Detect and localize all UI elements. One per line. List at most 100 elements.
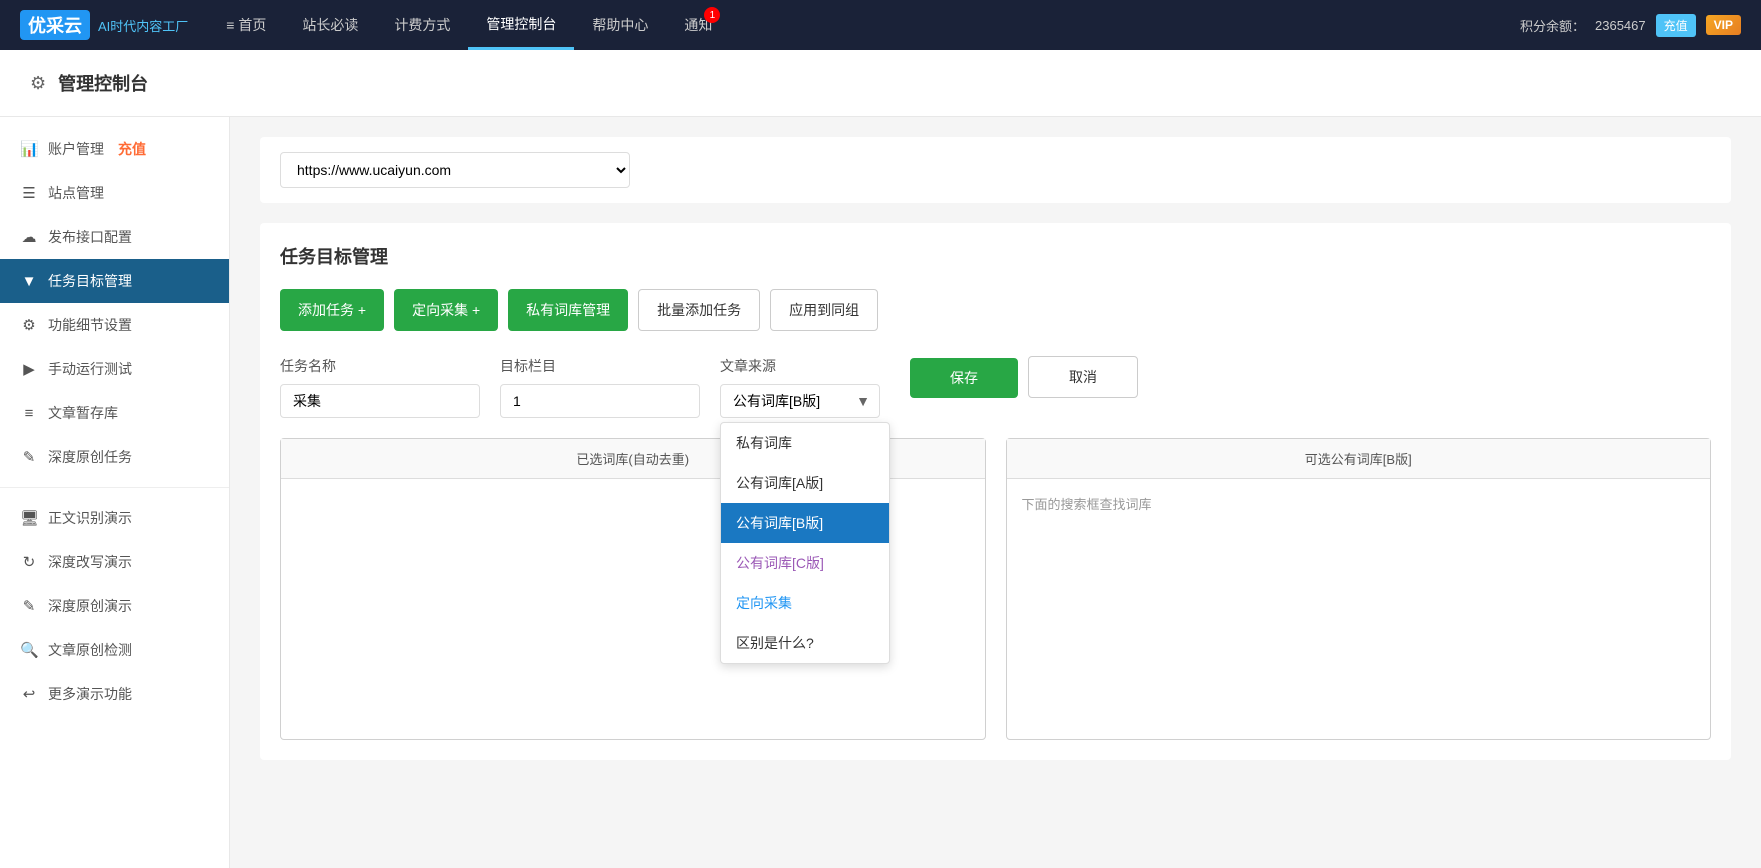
sidebar-item-demo-check[interactable]: 🔍 文章原创检测	[0, 628, 229, 672]
sidebar-item-settings[interactable]: ⚙ 功能细节设置	[0, 303, 229, 347]
nav-control-panel[interactable]: 管理控制台	[468, 0, 574, 50]
task-management-panel: 任务目标管理 添加任务 + 定向采集 + 私有词库管理 批量添加任务 应用到同组…	[260, 223, 1731, 760]
batch-add-button[interactable]: 批量添加任务	[638, 289, 760, 331]
sidebar-item-demo-rewrite[interactable]: ↻ 深度改写演示	[0, 540, 229, 584]
gear-icon: ⚙	[20, 316, 38, 334]
notification-wrapper: 通知 1	[684, 15, 712, 35]
content-area: https://www.ucaiyun.com 任务目标管理 添加任务 + 定向…	[230, 117, 1761, 868]
sidebar-label-demo-more: 更多演示功能	[48, 684, 132, 704]
site-icon: ☰	[20, 184, 38, 202]
article-source-select[interactable]: 公有词库[B版]	[720, 384, 880, 418]
recharge-button[interactable]: 充值	[1656, 14, 1696, 37]
nav-pricing[interactable]: 计费方式	[376, 0, 468, 50]
chart-icon: 📊	[20, 140, 38, 158]
vip-badge: VIP	[1706, 15, 1741, 35]
article-source-select-wrapper: 公有词库[B版] ▼	[720, 384, 880, 418]
filter-icon: ▼	[20, 273, 38, 290]
sidebar-recharge-badge[interactable]: 充值	[118, 139, 146, 159]
notification-badge: 1	[704, 7, 720, 23]
dropdown-option-public-c[interactable]: 公有词库[C版]	[721, 543, 889, 583]
refresh-icon: ↻	[20, 553, 38, 571]
article-source-label: 文章来源	[720, 356, 880, 376]
private-library-button[interactable]: 私有词库管理	[508, 289, 628, 331]
sidebar-label-manual: 手动运行测试	[48, 359, 132, 379]
sidebar-label-demo-check: 文章原创检测	[48, 640, 132, 660]
task-name-group: 任务名称	[280, 356, 480, 418]
sidebar-divider	[0, 487, 229, 488]
action-buttons: 添加任务 + 定向采集 + 私有词库管理 批量添加任务 应用到同组	[280, 289, 1711, 331]
draft-icon: ≡	[20, 405, 38, 422]
cancel-button[interactable]: 取消	[1028, 356, 1138, 398]
points-value: 2365467	[1595, 18, 1646, 33]
target-column-input[interactable]	[500, 384, 700, 418]
sidebar-label-demo-text: 正文识别演示	[48, 508, 132, 528]
sidebar-label-site: 站点管理	[48, 183, 104, 203]
url-select[interactable]: https://www.ucaiyun.com	[280, 152, 630, 188]
sidebar-item-account[interactable]: 📊 账户管理 充值	[0, 127, 229, 171]
logo[interactable]: 优采云 AI时代内容工厂	[20, 10, 188, 40]
top-navigation: 优采云 AI时代内容工厂 ≡ 首页 站长必读 计费方式 管理控制台 帮助中心 通…	[0, 0, 1761, 50]
target-column-group: 目标栏目	[500, 356, 700, 418]
page-title: 管理控制台	[58, 70, 148, 96]
sidebar-item-manual[interactable]: ▶ 手动运行测试	[0, 347, 229, 391]
available-library-body: 下面的搜索框查找词库	[1007, 479, 1711, 739]
nav-help[interactable]: 帮助中心	[574, 0, 666, 50]
dropdown-option-directed[interactable]: 定向采集	[721, 583, 889, 623]
available-library-hint: 下面的搜索框查找词库	[1022, 497, 1152, 512]
sidebar-item-draft[interactable]: ≡ 文章暂存库	[0, 391, 229, 435]
nav-right: 积分余额： 2365467 充值 VIP	[1520, 14, 1741, 37]
target-column-label: 目标栏目	[500, 356, 700, 376]
sidebar-label-settings: 功能细节设置	[48, 315, 132, 335]
nav-home[interactable]: ≡ 首页	[208, 0, 284, 50]
article-source-select-container: 公有词库[B版] ▼ 私有词库 公有词库[A版] 公有词库[B版] 公有词库[C…	[720, 384, 880, 418]
sidebar-label-publish: 发布接口配置	[48, 227, 132, 247]
points-label: 积分余额：	[1520, 16, 1585, 35]
section-title: 任务目标管理	[280, 243, 1711, 269]
dropdown-option-public-b[interactable]: 公有词库[B版]	[721, 503, 889, 543]
sidebar-label-demo-original: 深度原创演示	[48, 596, 132, 616]
nav-notification[interactable]: 通知 1	[666, 0, 730, 50]
sidebar-item-demo-text[interactable]: 🖥 正文识别演示	[0, 496, 229, 540]
sidebar-label-draft: 文章暂存库	[48, 403, 118, 423]
main-layout: 📊 账户管理 充值 ☰ 站点管理 ☁ 发布接口配置 ▼ 任务目标管理 ⚙ 功能细…	[0, 117, 1761, 868]
dropdown-option-difference[interactable]: 区别是什么?	[721, 623, 889, 663]
apply-group-button[interactable]: 应用到同组	[770, 289, 878, 331]
panels-row: 已选词库(自动去重) 可选公有词库[B版] 下面的搜索框查找词库	[280, 438, 1711, 740]
directed-collect-button[interactable]: 定向采集 +	[394, 289, 498, 331]
page-header: ⚙ 管理控制台	[0, 50, 1761, 117]
sidebar-item-publish[interactable]: ☁ 发布接口配置	[0, 215, 229, 259]
sidebar-label-task: 任务目标管理	[48, 271, 132, 291]
save-button[interactable]: 保存	[910, 358, 1018, 398]
nav-must-read[interactable]: 站长必读	[284, 0, 376, 50]
available-library-header: 可选公有词库[B版]	[1007, 439, 1711, 479]
available-library-panel: 可选公有词库[B版] 下面的搜索框查找词库	[1006, 438, 1712, 740]
form-save-cancel: 保存 取消	[910, 356, 1138, 398]
play-icon: ▶	[20, 360, 38, 378]
sidebar-label-demo-rewrite: 深度改写演示	[48, 552, 132, 572]
edit-icon: ✎	[20, 448, 38, 466]
url-selector-panel: https://www.ucaiyun.com	[260, 137, 1731, 203]
pencil-icon: ✎	[20, 597, 38, 615]
sidebar-label-deep-original: 深度原创任务	[48, 447, 132, 467]
task-form-row: 任务名称 目标栏目 文章来源 公有词库[B版] ▼	[280, 356, 1711, 418]
logo-box: 优采云	[20, 10, 90, 40]
sidebar-item-demo-more[interactable]: ↩ 更多演示功能	[0, 672, 229, 716]
sidebar-item-task[interactable]: ▼ 任务目标管理	[0, 259, 229, 303]
dropdown-option-public-a[interactable]: 公有词库[A版]	[721, 463, 889, 503]
article-source-group: 文章来源 公有词库[B版] ▼ 私有词库 公有词库[A版] 公有词库[	[720, 356, 880, 418]
logo-tagline: AI时代内容工厂	[98, 16, 188, 35]
more-icon: ↩	[20, 685, 38, 703]
sidebar: 📊 账户管理 充值 ☰ 站点管理 ☁ 发布接口配置 ▼ 任务目标管理 ⚙ 功能细…	[0, 117, 230, 868]
sidebar-item-site[interactable]: ☰ 站点管理	[0, 171, 229, 215]
dropdown-option-private[interactable]: 私有词库	[721, 423, 889, 463]
source-dropdown: 私有词库 公有词库[A版] 公有词库[B版] 公有词库[C版] 定向采集 区别是…	[720, 422, 890, 664]
add-task-button[interactable]: 添加任务 +	[280, 289, 384, 331]
search-icon: 🔍	[20, 641, 38, 659]
task-name-input[interactable]	[280, 384, 480, 418]
sidebar-item-demo-original[interactable]: ✎ 深度原创演示	[0, 584, 229, 628]
cloud-icon: ☁	[20, 228, 38, 246]
nav-items: ≡ 首页 站长必读 计费方式 管理控制台 帮助中心 通知 1	[208, 0, 1520, 50]
task-name-label: 任务名称	[280, 356, 480, 376]
sidebar-item-deep-original[interactable]: ✎ 深度原创任务	[0, 435, 229, 479]
monitor-icon: 🖥	[20, 509, 38, 527]
